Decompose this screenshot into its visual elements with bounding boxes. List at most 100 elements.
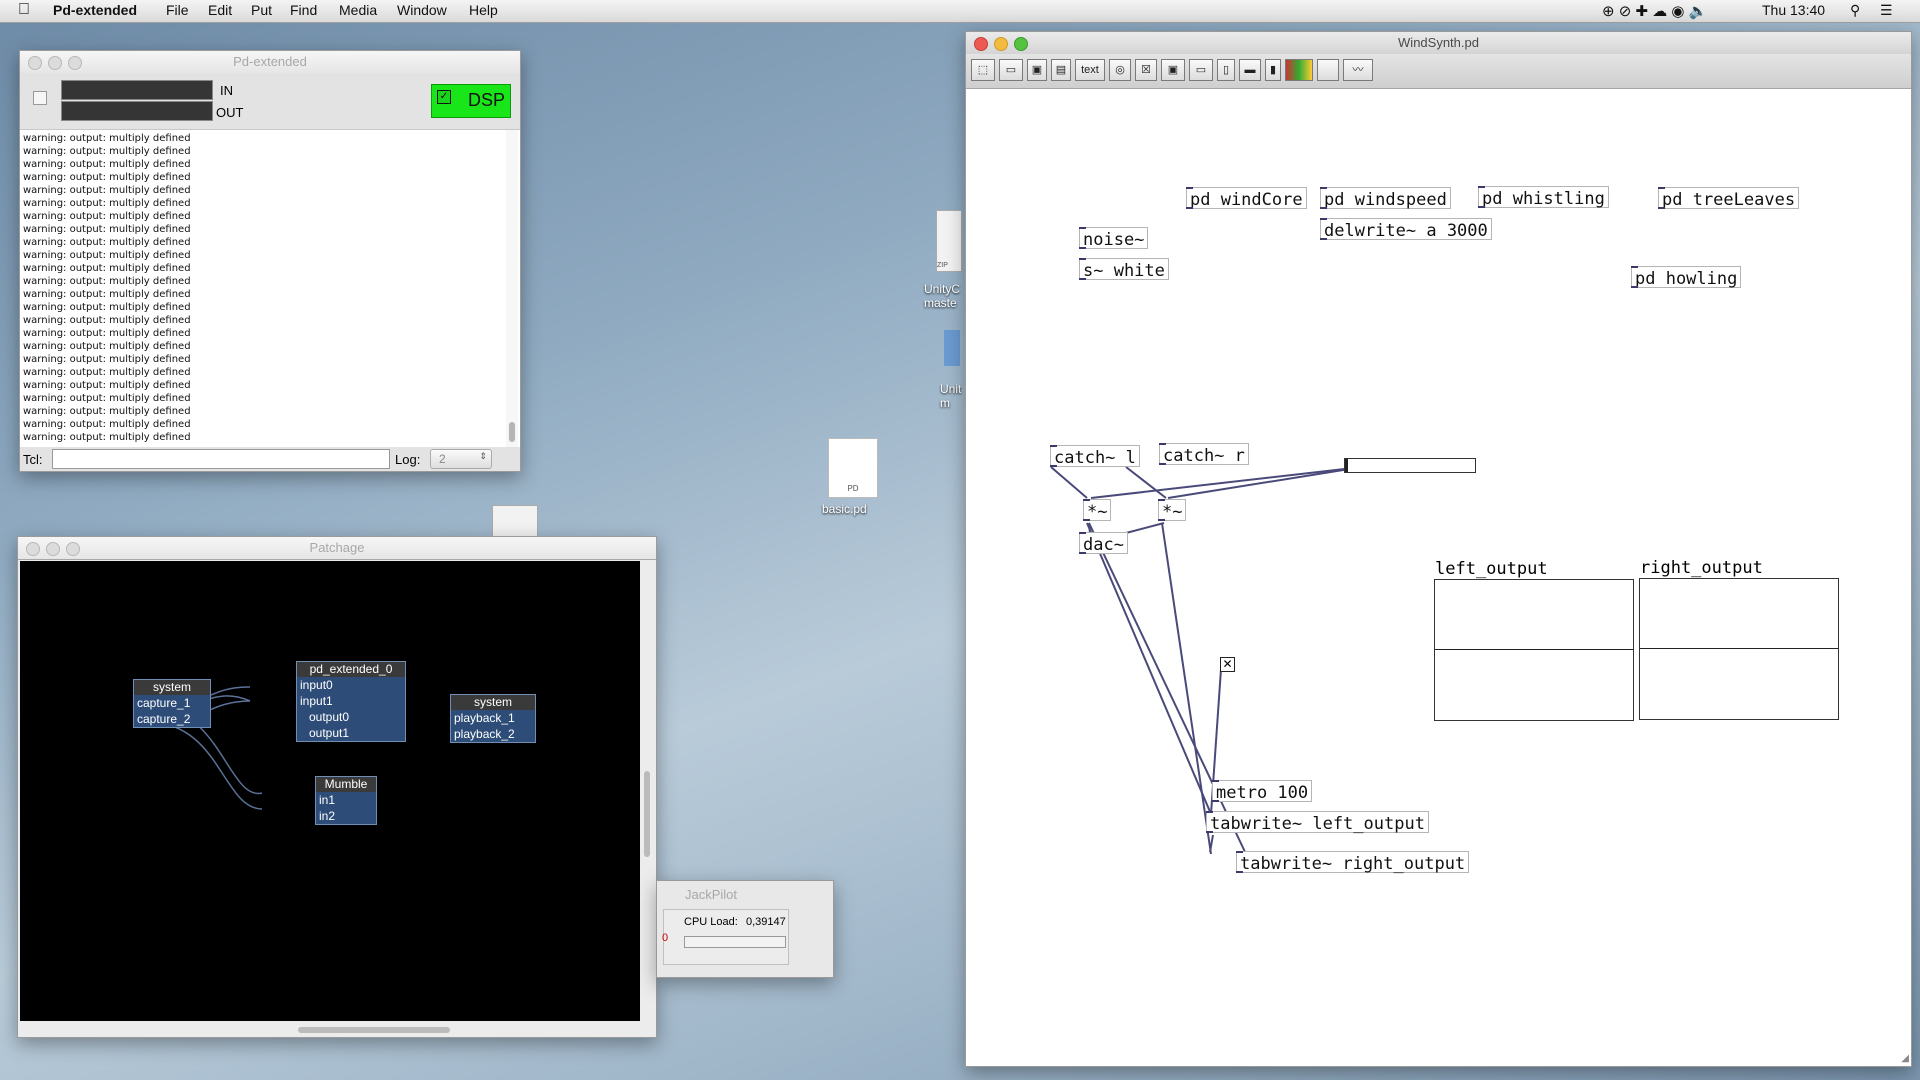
zoom-button[interactable] [1014,37,1028,51]
vu-button[interactable] [1285,59,1313,81]
in2-port[interactable]: in2 [316,808,376,824]
status-icons[interactable]: ⊕ ⊘ ✚ ☁ ◉ 🔈 [1602,2,1707,20]
menu-file[interactable]: File [166,2,189,18]
tcl-label: Tcl: [23,452,43,467]
dsp-toggle[interactable]: ✓ DSP [431,84,511,118]
clock[interactable]: Thu 13:40 [1762,2,1825,18]
menu-media[interactable]: Media [339,2,377,18]
number-button[interactable]: ▤ [1051,59,1071,81]
toggle-button[interactable]: ☒ [1135,59,1157,81]
minimize-button[interactable] [46,542,60,556]
volume-slider[interactable] [1344,458,1476,473]
dac-object[interactable]: dac~ [1079,532,1128,555]
unity-zip-label[interactable]: UnityC maste [924,282,960,310]
vslider-button[interactable]: ▯ [1217,59,1235,81]
patchage-hscroll[interactable] [298,1027,450,1033]
input0-port[interactable]: input0 [297,677,405,693]
right-output-array[interactable] [1639,578,1839,720]
select-tool-button[interactable]: ⬚ [971,59,995,81]
close-button[interactable] [28,56,42,70]
close-button[interactable] [974,37,988,51]
unity-folder-label[interactable]: Unit m [940,382,961,410]
pd-extended-node[interactable]: pd_extended_0 input0 input1 output0 outp… [296,661,406,742]
message-button[interactable]: ▣ [1027,59,1047,81]
spotlight-icon[interactable]: ⚲ [1850,2,1860,19]
vradio-button[interactable]: ▮ [1265,59,1281,81]
tabwrite-left-object[interactable]: tabwrite~ left_output [1206,811,1429,834]
menu-find[interactable]: Find [290,2,317,18]
resize-grip-icon[interactable]: ◢ [1901,1053,1909,1064]
console-scrollbar[interactable] [506,130,518,448]
slider-knob[interactable] [1345,459,1348,472]
catch-left-object[interactable]: catch~ l [1050,445,1140,468]
capture-1-port[interactable]: capture_1 [134,695,210,711]
apple-icon[interactable]:  [18,1,30,19]
close-button[interactable] [26,542,40,556]
toggle-icon[interactable]: ✕ [1220,657,1235,672]
minimize-button[interactable] [994,37,1008,51]
zip-file-icon[interactable]: ZIP [936,210,962,272]
log-level-select[interactable]: 2 ⇕ [430,449,492,469]
hradio-button[interactable]: ▬ [1239,59,1261,81]
log-line: warning: output: multiply defined [23,159,191,170]
pd-howling-object[interactable]: pd howling [1631,266,1742,289]
audio-checkbox[interactable] [33,91,47,105]
menu-window[interactable]: Window [397,2,447,18]
capture-2-port[interactable]: capture_2 [134,711,210,727]
partial-file-icon[interactable] [492,505,538,537]
menu-put[interactable]: Put [251,2,272,18]
array-button[interactable]: 〰 [1343,59,1373,81]
patchage-vscroll[interactable] [644,771,650,857]
patchage-titlebar: Patchage [18,537,656,560]
canvas-button[interactable] [1317,59,1339,81]
system-playback-node[interactable]: system playback_1 playback_2 [450,694,536,743]
window-title: WindSynth.pd [1398,35,1479,50]
pd-treeleaves-object[interactable]: pd treeLeaves [1658,187,1800,210]
playback-2-port[interactable]: playback_2 [451,726,535,742]
bang-button[interactable]: ◎ [1109,59,1131,81]
folder-icon[interactable] [944,330,960,366]
menu-help[interactable]: Help [469,2,498,18]
hslider-button[interactable]: ▭ [1189,59,1213,81]
minimize-button[interactable] [48,56,62,70]
playback-1-port[interactable]: playback_1 [451,710,535,726]
catch-right-object[interactable]: catch~ r [1159,443,1249,466]
metro-object[interactable]: metro 100 [1212,780,1313,803]
out-meter [61,101,213,121]
tcl-input[interactable] [52,449,390,469]
app-menu[interactable]: Pd-extended [53,2,137,18]
menu-edit[interactable]: Edit [208,2,232,18]
noise-object[interactable]: noise~ [1079,227,1149,250]
basic-pd-label[interactable]: basic.pd [822,502,867,516]
zoom-button[interactable] [66,542,80,556]
number2-button[interactable]: ▣ [1161,59,1185,81]
system-capture-node[interactable]: system capture_1 capture_2 [133,679,211,728]
delwrite-object[interactable]: delwrite~ a 3000 [1320,218,1492,241]
log-line: warning: output: multiply defined [23,302,191,313]
log-line: warning: output: multiply defined [23,406,191,417]
multiply-left-object[interactable]: *~ [1083,499,1112,522]
notification-center-icon[interactable]: ☰ [1880,2,1893,19]
patch-canvas[interactable]: pd windCore pd windspeed pd whistling pd… [966,89,1911,1066]
multiply-right-object[interactable]: *~ [1158,499,1187,522]
object-button[interactable]: ▭ [999,59,1023,81]
pd-file-icon[interactable]: PD [828,438,878,498]
input1-port[interactable]: input1 [297,693,405,709]
left-output-array[interactable] [1434,579,1634,721]
pd-windcore-object[interactable]: pd windCore [1186,187,1307,210]
mumble-node[interactable]: Mumble in1 in2 [315,776,377,825]
zoom-button[interactable] [68,56,82,70]
pd-whistling-object[interactable]: pd whistling [1478,186,1609,209]
pd-windspeed-object[interactable]: pd windspeed [1320,187,1451,210]
send-white-object[interactable]: s~ white [1079,258,1169,281]
tabwrite-right-object[interactable]: tabwrite~ right_output [1236,851,1470,874]
log-line: warning: output: multiply defined [23,328,191,339]
log-line: warning: output: multiply defined [23,276,191,287]
comment-button[interactable]: text [1075,59,1105,81]
log-line: warning: output: multiply defined [23,432,191,443]
patchage-canvas[interactable]: system capture_1 capture_2 pd_extended_0… [20,561,640,1021]
output0-port[interactable]: output0 [297,709,405,725]
in1-port[interactable]: in1 [316,792,376,808]
output1-port[interactable]: output1 [297,725,405,741]
scrollbar-thumb[interactable] [509,422,515,442]
